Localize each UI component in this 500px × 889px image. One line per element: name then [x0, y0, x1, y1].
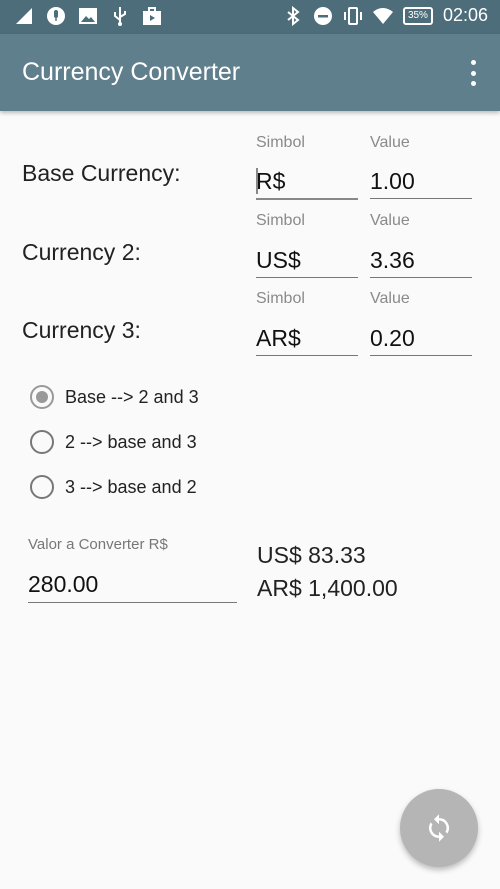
app-bar: Currency Converter — [0, 34, 500, 111]
currency2-symbol-input[interactable]: US$ — [256, 243, 358, 278]
symbol-hint: Simbol — [256, 212, 305, 229]
currency3-value-input[interactable]: 0.20 — [370, 321, 472, 356]
result-currency2: US$ 83.33 — [257, 542, 366, 568]
dnd-icon — [313, 6, 332, 25]
radio-3-to-base-2[interactable]: 3 --> base and 2 — [30, 475, 197, 499]
radio-label: 3 --> base and 2 — [65, 476, 197, 497]
radio-label: 2 --> base and 3 — [65, 431, 197, 452]
status-time: 02:06 — [442, 5, 488, 25]
vibrate-icon — [343, 6, 362, 25]
symbol-hint: Simbol — [256, 134, 305, 151]
bluetooth-icon — [287, 5, 300, 26]
usb-icon — [114, 7, 126, 26]
base-value-input[interactable]: 1.00 — [370, 164, 472, 199]
value-hint: Value — [370, 134, 410, 151]
sync-icon — [428, 814, 450, 842]
currency2-label: Currency 2: — [22, 239, 141, 265]
convert-amount-input[interactable]: 280.00 — [28, 566, 237, 603]
radio-unchecked-icon — [30, 430, 54, 454]
convert-fab-button[interactable] — [400, 789, 478, 867]
base-symbol-value: R$ — [256, 168, 286, 194]
mic-icon — [47, 7, 65, 25]
result-currency3: AR$ 1,400.00 — [257, 575, 398, 601]
more-vert-icon[interactable] — [468, 60, 478, 86]
value-hint: Value — [370, 290, 410, 307]
radio-checked-icon — [30, 385, 54, 409]
currency3-symbol-value: AR$ — [256, 325, 301, 351]
status-bar: 35% 02:06 — [0, 0, 500, 34]
radio-label: Base --> 2 and 3 — [65, 386, 199, 407]
currency3-label: Currency 3: — [22, 317, 141, 343]
bag-icon — [143, 7, 161, 25]
base-symbol-input[interactable]: R$ — [256, 164, 358, 200]
wifi-icon — [372, 7, 393, 24]
currency3-value-value: 0.20 — [370, 325, 415, 351]
signal-icon — [16, 8, 32, 24]
currency2-value-input[interactable]: 3.36 — [370, 243, 472, 278]
convert-amount-value: 280.00 — [28, 571, 99, 597]
symbol-hint: Simbol — [256, 290, 305, 307]
value-hint: Value — [370, 212, 410, 229]
base-currency-label: Base Currency: — [22, 160, 181, 186]
image-icon — [79, 8, 97, 24]
battery-icon: 35% — [402, 6, 433, 25]
radio-2-to-base-3[interactable]: 2 --> base and 3 — [30, 430, 197, 454]
radio-unchecked-icon — [30, 475, 54, 499]
base-value-value: 1.00 — [370, 168, 415, 194]
currency2-value-value: 3.36 — [370, 247, 415, 273]
app-title: Currency Converter — [22, 58, 241, 86]
radio-base-to-2-3[interactable]: Base --> 2 and 3 — [30, 385, 199, 409]
text-cursor — [256, 168, 258, 194]
convert-amount-label: Valor a Converter R$ — [28, 536, 168, 553]
currency3-symbol-input[interactable]: AR$ — [256, 321, 358, 356]
currency2-symbol-value: US$ — [256, 247, 301, 273]
